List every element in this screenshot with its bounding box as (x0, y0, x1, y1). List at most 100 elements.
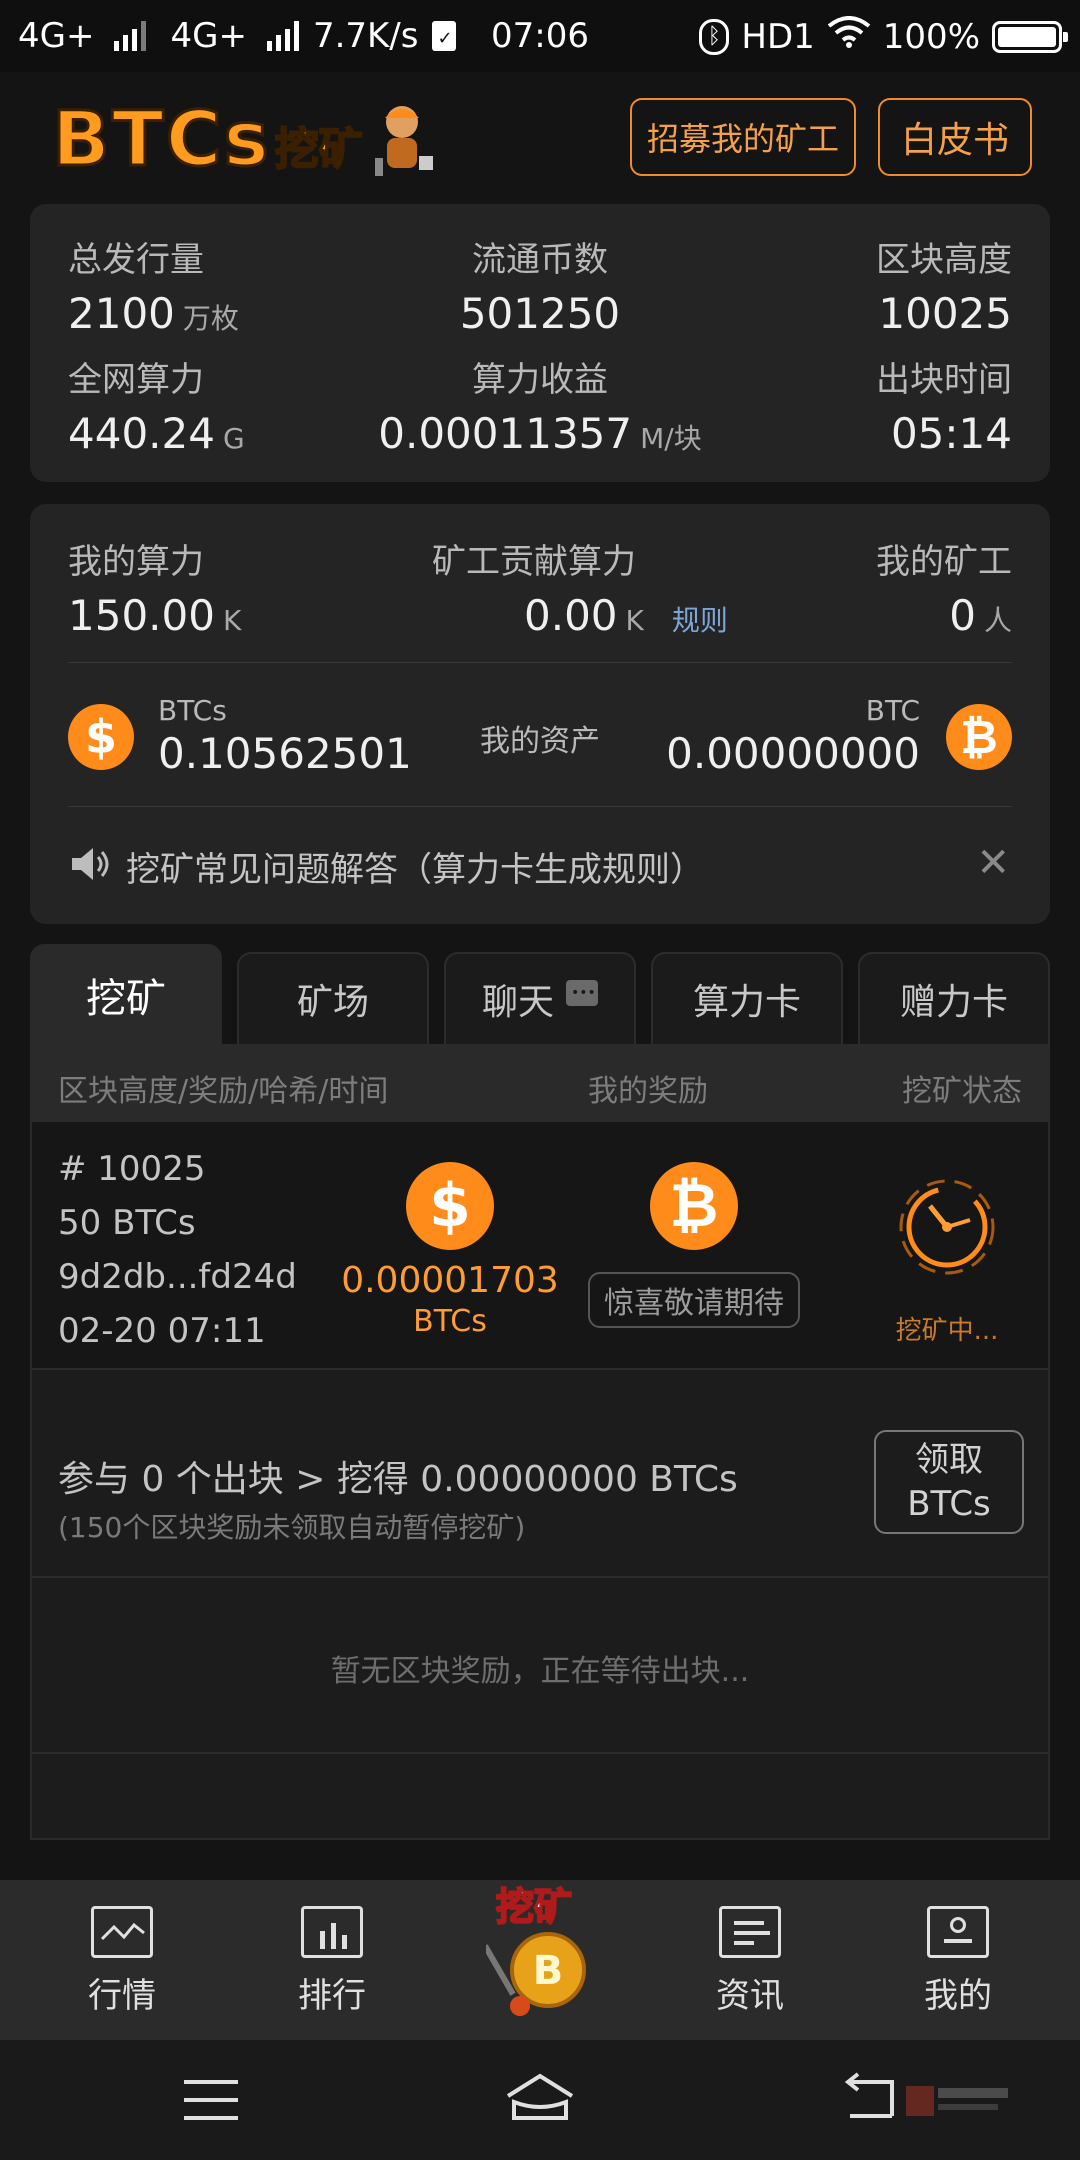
divider (68, 662, 1012, 663)
close-icon[interactable]: ✕ (976, 840, 1010, 886)
speaker-icon (72, 848, 109, 880)
tab-chat[interactable]: 聊天 ••• (444, 952, 636, 1044)
whitepaper-button[interactable]: 白皮书 (878, 98, 1032, 176)
rules-link[interactable]: 规则 (672, 604, 728, 637)
miner-contrib-label: 矿工贡献算力 (432, 542, 636, 582)
total-supply-value: 2100 (68, 289, 175, 338)
mining-coin-icon: B (486, 1932, 586, 2016)
mining-panel: 区块高度/奖励/哈希/时间 我的奖励 挖矿状态 # 10025 50 BTCs … (30, 1044, 1050, 1840)
my-miners-label: 我的矿工 (876, 542, 1012, 582)
total-supply-unit: 万枚 (182, 302, 239, 335)
block-height-label: 区块高度 (876, 240, 1012, 280)
svg-text:B: B (533, 1948, 564, 1994)
miner-contrib-value: 0.00 (524, 591, 618, 640)
my-hash-unit: K (222, 604, 242, 637)
col-mining-status: 挖矿状态 (902, 1074, 1022, 1109)
btcs-label: BTCs (158, 694, 227, 727)
recruit-miner-button[interactable]: 招募我的矿工 (630, 98, 856, 176)
home-icon[interactable] (504, 2072, 576, 2126)
nav-news[interactable]: 资讯 (680, 1906, 820, 2017)
system-nav (0, 2040, 1080, 2160)
network-hash-label: 全网算力 (68, 360, 204, 400)
my-reward-unit: BTCs (413, 1304, 487, 1339)
divider (68, 806, 1012, 807)
nav-news-label: 资讯 (716, 1976, 784, 2016)
btc-balance: 0.00000000 (666, 729, 920, 778)
btcs-reward-icon: $ (406, 1162, 494, 1250)
hash-income-value: 0.00011357 (378, 409, 633, 458)
circulation-value: 501250 (459, 289, 621, 338)
network-stats-card: 总发行量 2100 万枚 流通币数 501250 区块高度 10025 全网算力 … (30, 204, 1050, 482)
hd-label: HD1 (741, 16, 815, 57)
my-miners-value: 0 (949, 591, 976, 640)
my-hash-value: 150.00 (68, 591, 215, 640)
my-assets-label: 我的资产 (480, 724, 600, 759)
back-icon[interactable] (842, 2072, 898, 2122)
block-height-value: 10025 (878, 289, 1012, 338)
my-reward-value: 0.00001703 (341, 1260, 559, 1301)
nav-rank[interactable]: 排行 (262, 1906, 402, 2017)
tab-hash-card[interactable]: 算力卡 (651, 952, 843, 1044)
chat-bubble-icon: ••• (566, 980, 598, 1006)
empty-message: 暂无区块奖励，正在等待出块... (330, 1654, 750, 1689)
wifi-icon (827, 16, 871, 57)
col-block-info: 区块高度/奖励/哈希/时间 (58, 1074, 389, 1109)
nav-market[interactable]: 行情 (52, 1906, 192, 2017)
claim-button-line2: BTCs (907, 1484, 991, 1524)
btc-reward-icon: ₿ (650, 1162, 738, 1250)
tab-mining[interactable]: 挖矿 (30, 944, 222, 1044)
btcs-coin-icon: $ (68, 704, 134, 770)
hash-income-label: 算力收益 (472, 360, 608, 400)
surprise-badge: 惊喜敬请期待 (588, 1272, 800, 1328)
nav-rank-label: 排行 (298, 1976, 366, 2016)
app-logo: BTCs 挖矿 (51, 92, 437, 184)
network-hash-unit: G (222, 422, 245, 455)
miner-icon (374, 106, 433, 176)
block-time: 02-20 07:11 (58, 1311, 266, 1351)
claim-button-line1: 领取 (915, 1440, 983, 1480)
claim-note: (150个区块奖励未领取自动暂停挖矿) (58, 1511, 526, 1544)
logo-text: BTCs (51, 92, 271, 184)
battery-icon (992, 20, 1068, 53)
network-hash-value: 440.24 (68, 409, 215, 458)
block-height: # 10025 (58, 1149, 206, 1189)
total-supply-label: 总发行量 (68, 240, 204, 280)
table-header: 区块高度/奖励/哈希/时间 我的奖励 挖矿状态 (32, 1046, 1048, 1122)
claim-section: 参与 0 个出块 > 挖得 0.00000000 BTCs (150个区块奖励未… (32, 1370, 1048, 1578)
tab-mine-field[interactable]: 矿场 (237, 952, 429, 1044)
btc-coin-icon: ₿ (946, 704, 1012, 770)
block-time-value: 05:14 (890, 409, 1012, 458)
table-row: # 10025 50 BTCs 9d2db...fd24d 02-20 07:1… (32, 1122, 1048, 1370)
block-time-label: 出块时间 (876, 360, 1012, 400)
nav-mining[interactable]: 挖矿 B (470, 1866, 610, 2026)
mining-gear-icon (899, 1179, 995, 1275)
hash-income-unit: M/块 (640, 422, 702, 455)
logo-cn-text: 挖矿 (274, 123, 364, 176)
miner-contrib-unit: K (625, 604, 644, 637)
mining-status: 挖矿中... (895, 1316, 999, 1346)
trend-chart-icon (91, 1906, 153, 1958)
faq-notice[interactable]: 挖矿常见问题解答（算力卡生成规则） (126, 842, 704, 891)
empty-section: 暂无区块奖励，正在等待出块... (32, 1578, 1048, 1754)
nav-market-label: 行情 (88, 1976, 156, 2016)
nav-profile-label: 我的 (924, 1976, 992, 2016)
menu-icon[interactable] (184, 2080, 238, 2120)
btcs-balance: 0.10562501 (158, 729, 412, 778)
status-bar: 4G+ 4G+ 7.7K/s ✓ 07:06 ᛒ HD1 100% (0, 0, 1080, 72)
col-my-reward: 我的奖励 (588, 1074, 708, 1109)
tab-bar: 挖矿 矿场 聊天 ••• 算力卡 赠力卡 (30, 944, 1050, 1044)
block-hash: 9d2db...fd24d (58, 1257, 297, 1297)
tab-chat-label: 聊天 (481, 982, 554, 1023)
my-hash-label: 我的算力 (68, 542, 204, 582)
my-stats-card: 我的算力 150.00 K 矿工贡献算力 0.00 K 规则 我的矿工 0人 $ BT… (30, 504, 1050, 924)
tab-gift-card[interactable]: 赠力卡 (858, 952, 1050, 1044)
claim-btcs-button[interactable]: 领取 BTCs (874, 1430, 1024, 1534)
profile-icon (927, 1906, 989, 1958)
nav-profile[interactable]: 我的 (888, 1906, 1028, 2017)
block-reward: 50 BTCs (58, 1203, 196, 1243)
btc-label: BTC (865, 694, 920, 727)
circulation-label: 流通币数 (472, 240, 608, 280)
bluetooth-icon: ᛒ (699, 18, 730, 55)
my-miners-unit: 人 (983, 604, 1012, 637)
battery-percent: 100% (882, 16, 980, 57)
